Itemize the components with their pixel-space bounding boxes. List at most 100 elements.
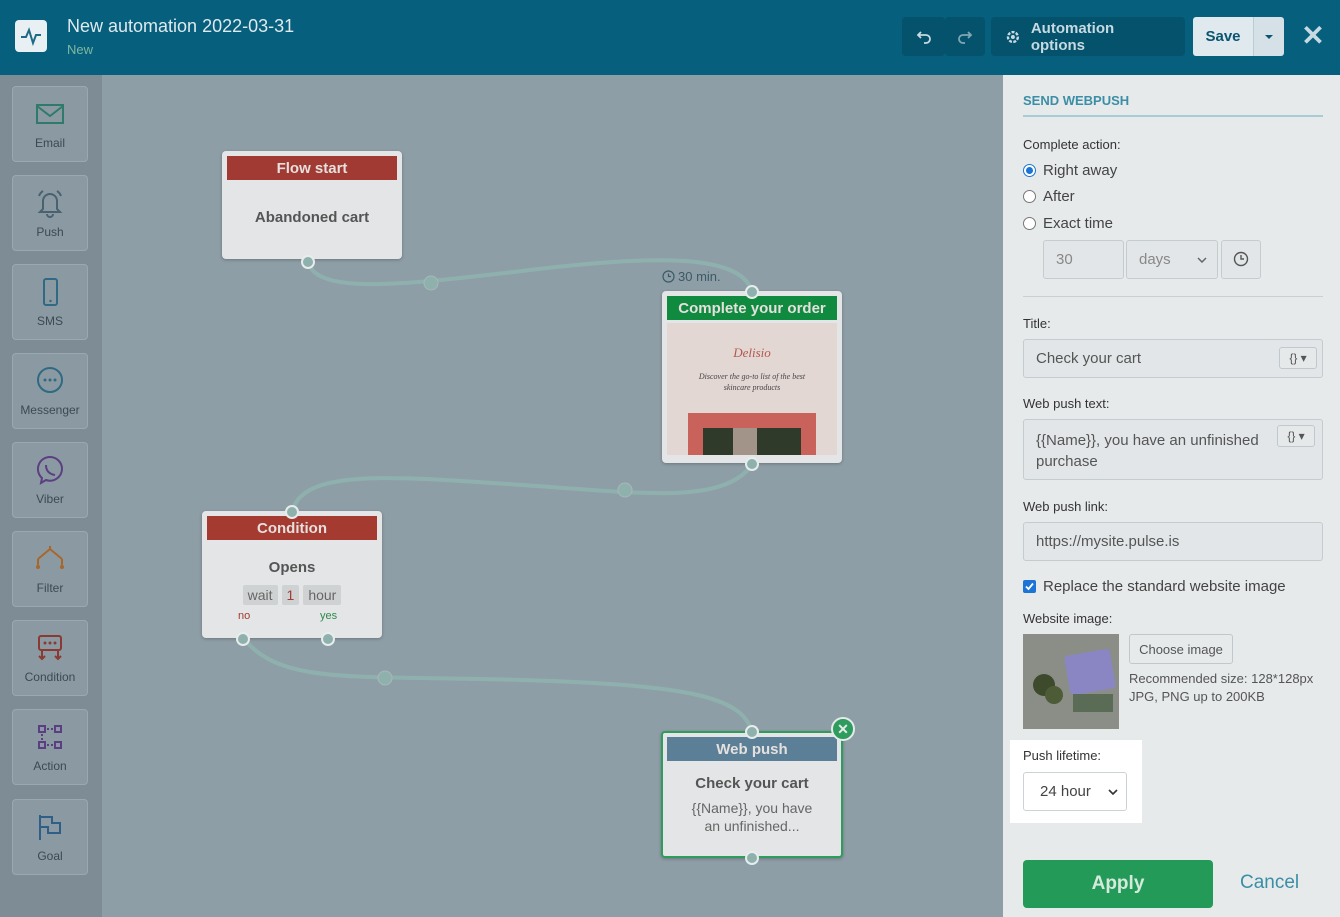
web-push-header: Web push xyxy=(667,737,837,761)
delete-node-icon[interactable]: ✕ xyxy=(831,717,855,741)
push-lifetime-value: 24 hour xyxy=(1040,783,1091,800)
tool-goal-label: Goal xyxy=(37,849,63,863)
tool-push[interactable]: Push xyxy=(12,175,88,251)
radio-after-dot[interactable] xyxy=(1023,190,1036,203)
push-lifetime-section: Push lifetime: 24 hour xyxy=(1010,740,1142,823)
automation-status: New xyxy=(67,42,94,57)
condition-wait-row: wait 1 hour xyxy=(202,585,382,605)
push-lifetime-select[interactable]: 24 hour xyxy=(1023,772,1127,811)
email-node-input-port[interactable] xyxy=(745,285,759,299)
condition-unit: hour xyxy=(303,585,342,605)
radio-exact-time-dot[interactable] xyxy=(1023,217,1036,230)
save-button[interactable]: Save xyxy=(1193,17,1253,56)
undo-button[interactable] xyxy=(902,17,945,56)
title-label: Title: xyxy=(1023,316,1051,331)
web-push-link-value: https://mysite.pulse.is xyxy=(1036,533,1180,550)
email-preview-text: Discover the go-to list of the best skin… xyxy=(698,372,806,392)
section-divider xyxy=(1023,296,1323,297)
cancel-button[interactable]: Cancel xyxy=(1240,872,1299,894)
title-input[interactable]: Check your cart xyxy=(1023,339,1323,378)
automation-title[interactable]: New automation 2022-03-31 xyxy=(67,16,294,37)
tool-condition[interactable]: Condition xyxy=(12,620,88,696)
chat-icon xyxy=(37,367,63,393)
tool-filter[interactable]: Filter xyxy=(12,531,88,607)
undo-icon xyxy=(916,30,931,44)
replace-image-checkbox-row[interactable]: Replace the standard website image xyxy=(1023,578,1286,595)
email-preview: Delisio Discover the go-to list of the b… xyxy=(667,323,837,455)
web-push-link-label: Web push link: xyxy=(1023,499,1109,514)
condition-no-port[interactable] xyxy=(236,632,250,646)
web-push-input-port[interactable] xyxy=(745,725,759,739)
radio-right-away[interactable]: Right away xyxy=(1023,162,1117,179)
radio-after-label: After xyxy=(1043,188,1075,205)
redo-button[interactable] xyxy=(945,17,985,56)
choose-image-button[interactable]: Choose image xyxy=(1129,634,1233,664)
automation-options-button[interactable]: Automation options xyxy=(991,17,1185,56)
condition-node[interactable]: Condition Opens wait 1 hour no yes xyxy=(202,511,382,638)
web-push-text-value: {{Name}}, you have an unfinished purchas… xyxy=(1036,432,1259,470)
tool-email[interactable]: Email xyxy=(12,86,88,162)
tool-messenger-label: Messenger xyxy=(20,403,80,417)
radio-exact-time-label: Exact time xyxy=(1043,215,1114,232)
tool-email-label: Email xyxy=(34,136,65,150)
push-lifetime-label: Push lifetime: xyxy=(1023,748,1102,763)
apply-button[interactable]: Apply xyxy=(1023,860,1213,908)
tool-sms[interactable]: SMS xyxy=(12,264,88,340)
web-push-output-port[interactable] xyxy=(745,851,759,865)
text-variable-button[interactable]: {} ▾ xyxy=(1277,425,1315,447)
website-image-preview xyxy=(1023,634,1119,729)
save-dropdown-button[interactable] xyxy=(1253,17,1284,56)
radio-exact-time[interactable]: Exact time xyxy=(1023,215,1113,232)
gear-icon xyxy=(1006,30,1020,43)
replace-image-checkbox[interactable] xyxy=(1023,580,1036,593)
viber-icon xyxy=(36,455,64,486)
title-variable-button[interactable]: {} ▾ xyxy=(1279,347,1317,369)
condition-input-port[interactable] xyxy=(285,505,299,519)
tool-action-label: Action xyxy=(33,759,67,773)
condition-no-label: no xyxy=(238,610,251,622)
tool-condition-label: Condition xyxy=(24,670,76,684)
tool-action[interactable]: Action xyxy=(12,709,88,785)
panel-title-underline xyxy=(1023,115,1323,117)
redo-icon xyxy=(958,30,973,44)
flag-icon xyxy=(39,815,61,840)
top-bar: New automation 2022-03-31 New Automation… xyxy=(0,0,1340,75)
time-picker-button[interactable] xyxy=(1221,240,1261,279)
panel-title: SEND WEBPUSH xyxy=(1023,93,1130,108)
pulse-logo-icon xyxy=(15,20,47,52)
web-push-node[interactable]: Web push Check your cart {{Name}}, you h… xyxy=(661,731,843,858)
delay-unit-select[interactable]: days xyxy=(1126,240,1218,279)
tool-viber[interactable]: Viber xyxy=(12,442,88,518)
close-icon[interactable]: ✕ xyxy=(1300,19,1326,51)
tool-goal[interactable]: Goal xyxy=(12,799,88,875)
bell-icon xyxy=(37,190,63,218)
phone-icon xyxy=(43,278,58,306)
condition-count: 1 xyxy=(281,585,300,605)
tool-messenger[interactable]: Messenger xyxy=(12,353,88,429)
tool-viber-label: Viber xyxy=(36,492,64,506)
condition-icon xyxy=(38,635,62,661)
condition-yes-port[interactable] xyxy=(321,632,335,646)
chevron-down-icon xyxy=(1197,257,1207,263)
workflow-canvas[interactable]: Flow start Abandoned cart 30 min. Comple… xyxy=(102,75,1003,917)
web-push-text-label: Web push text: xyxy=(1023,396,1110,411)
flow-start-output-port[interactable] xyxy=(301,255,315,269)
action-icon xyxy=(38,725,62,749)
automation-options-label: Automation options xyxy=(1030,19,1115,54)
condition-wait: wait xyxy=(242,585,278,605)
radio-right-away-dot[interactable] xyxy=(1023,164,1036,177)
replace-image-label: Replace the standard website image xyxy=(1043,578,1286,595)
web-push-link-input[interactable]: https://mysite.pulse.is xyxy=(1023,522,1323,561)
email-node-complete-order[interactable]: Complete your order Delisio Discover the… xyxy=(662,291,842,463)
title-value: Check your cart xyxy=(1036,350,1142,367)
caret-down-icon xyxy=(1265,34,1273,39)
radio-after[interactable]: After xyxy=(1023,188,1075,205)
element-toolbar: Email Push SMS Messenger Viber Filter Co… xyxy=(0,75,102,917)
delay-value-input[interactable]: 30 xyxy=(1043,240,1124,279)
tool-sms-label: SMS xyxy=(36,314,63,328)
email-preview-image xyxy=(688,413,816,455)
flow-start-node[interactable]: Flow start Abandoned cart xyxy=(222,151,402,259)
image-format-text: JPG, PNG up to 200KB xyxy=(1129,689,1265,704)
email-node-output-port[interactable] xyxy=(745,457,759,471)
tool-filter-label: Filter xyxy=(36,581,64,595)
